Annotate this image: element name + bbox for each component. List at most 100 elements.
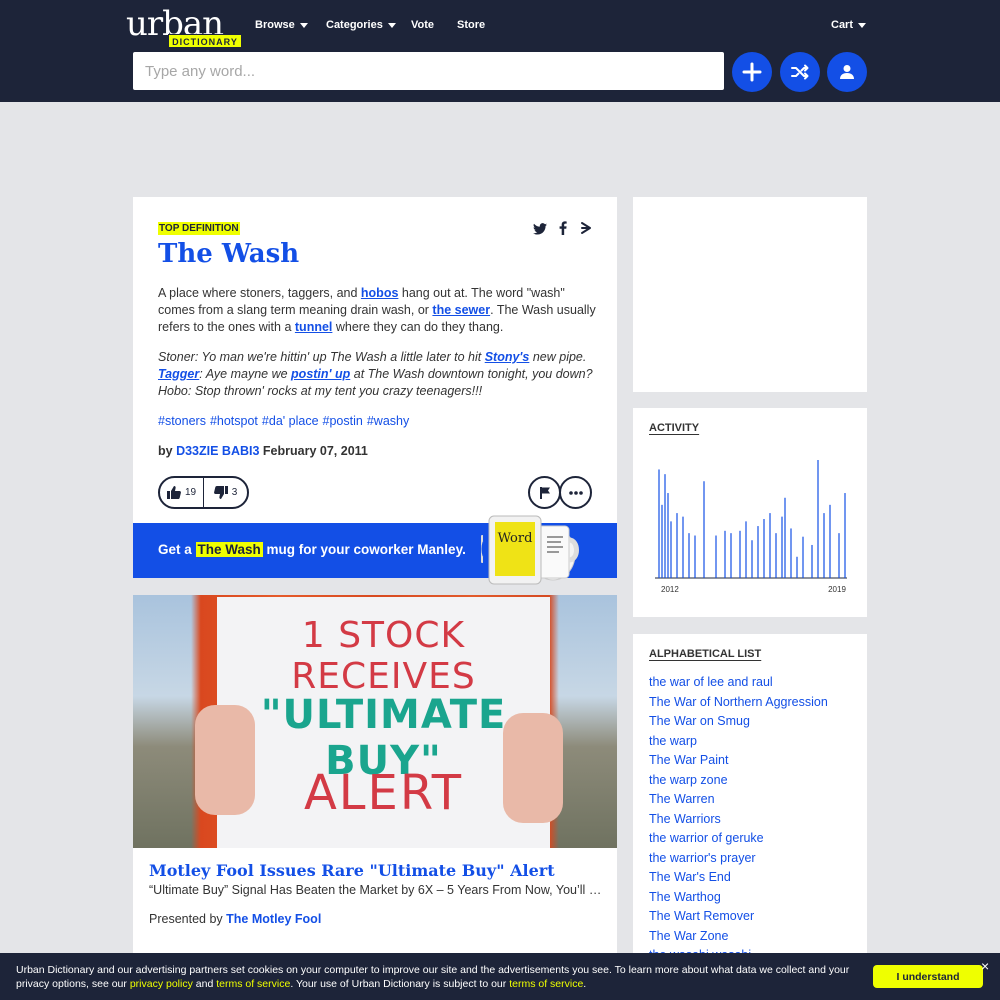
ellipsis-icon bbox=[568, 490, 583, 495]
ad-description: “Ultimate Buy” Signal Has Beaten the Mar… bbox=[149, 883, 605, 897]
example-link-stonys[interactable]: Stony's bbox=[485, 350, 530, 364]
upvote-button[interactable]: 19 bbox=[160, 478, 203, 507]
random-word-button[interactable] bbox=[780, 52, 820, 92]
example-link-tagger[interactable]: Tagger bbox=[158, 367, 199, 381]
nav-categories[interactable]: Categories bbox=[326, 18, 396, 32]
alphabetical-list-item[interactable]: The War's End bbox=[649, 869, 828, 889]
nav-cart[interactable]: Cart bbox=[831, 18, 867, 32]
alphabetical-list-item[interactable]: The Warren bbox=[649, 791, 828, 811]
example-line: Hobo: Stop thrown' rocks at my tent you … bbox=[158, 384, 483, 398]
cookie-message: Urban Dictionary and our advertising par… bbox=[16, 963, 876, 991]
example-link-postin-up[interactable]: postin' up bbox=[291, 367, 350, 381]
nav-vote[interactable]: Vote bbox=[411, 18, 434, 32]
by-label: by bbox=[158, 444, 173, 458]
ad-image[interactable]: 1 STOCK RECEIVES "ULTIMATE BUY" ALERT bbox=[133, 595, 617, 848]
sign-line-1: 1 STOCK RECEIVES bbox=[291, 615, 476, 697]
downvote-button[interactable]: 3 bbox=[204, 478, 247, 507]
flag-button[interactable] bbox=[528, 476, 561, 509]
terms-of-service-link[interactable]: terms of service bbox=[509, 978, 583, 990]
cookie-text: . bbox=[583, 978, 587, 990]
author-link[interactable]: D33ZIE BABI3 bbox=[176, 444, 259, 458]
cookie-text: . Your use of Urban Dictionary is subjec… bbox=[290, 978, 510, 990]
alphabetical-list-item[interactable]: The Wart Remover bbox=[649, 908, 828, 928]
site-logo[interactable]: urban DICTIONARY bbox=[126, 4, 244, 48]
alphabetical-list-item[interactable]: the warrior of geruke bbox=[649, 830, 828, 850]
alphabetical-list-item[interactable]: the warp bbox=[649, 733, 828, 753]
privacy-policy-link[interactable]: privacy policy bbox=[130, 978, 193, 990]
nav-store-label: Store bbox=[457, 19, 486, 31]
chevron-down-icon bbox=[858, 22, 867, 28]
alphabetical-list-card: ALPHABETICAL LIST the war of lee and rau… bbox=[633, 634, 867, 1000]
example-line: Tagger: Aye mayne we postin' up at The W… bbox=[158, 366, 598, 383]
alphabetical-list-item[interactable]: the warp zone bbox=[649, 772, 828, 792]
user-icon bbox=[840, 65, 854, 79]
ad-presented-by: Presented by The Motley Fool bbox=[149, 912, 321, 926]
alphabetical-list-item[interactable]: The War on Smug bbox=[649, 713, 828, 733]
mug-promo-suffix: mug for your coworker Manley. bbox=[262, 542, 466, 557]
tag-link[interactable]: #stoners bbox=[158, 414, 206, 428]
vote-control: 19 3 bbox=[158, 476, 249, 509]
example-text: : Aye mayne we bbox=[199, 367, 292, 381]
sidebar-ad-slot bbox=[633, 197, 867, 392]
alphabetical-list-item[interactable]: the warrior's prayer bbox=[649, 850, 828, 870]
nav-browse[interactable]: Browse bbox=[255, 18, 308, 32]
ad-image-sign: 1 STOCK RECEIVES "ULTIMATE BUY" ALERT bbox=[217, 597, 550, 848]
close-icon[interactable]: × bbox=[981, 959, 989, 973]
tag-link[interactable]: #washy bbox=[367, 414, 409, 428]
alphabetical-list-item[interactable]: the war of lee and raul bbox=[649, 674, 828, 694]
definition-date: February 07, 2011 bbox=[262, 444, 368, 458]
alphabetical-list-item[interactable]: The War Zone bbox=[649, 928, 828, 948]
mug-promo-prefix: Get a bbox=[158, 542, 196, 557]
activity-card: ACTIVITY 2012 2019 bbox=[633, 408, 867, 617]
mug-word: Word bbox=[498, 531, 533, 546]
search-input[interactable] bbox=[133, 52, 724, 90]
nav-browse-label: Browse bbox=[255, 19, 295, 31]
logo-subtitle: DICTIONARY bbox=[168, 34, 242, 48]
tag-link[interactable]: #postin bbox=[323, 414, 363, 428]
meaning-link-the-sewer[interactable]: the sewer bbox=[432, 303, 490, 317]
alphabetical-list-item[interactable]: The War Paint bbox=[649, 752, 828, 772]
alphabetical-list-item[interactable]: The Warthog bbox=[649, 889, 828, 909]
meaning-text: A place where stoners, taggers, and bbox=[158, 286, 361, 300]
terms-of-service-link[interactable]: terms of service bbox=[216, 978, 290, 990]
mug-promo-text: Get a The Wash mug for your coworker Man… bbox=[158, 542, 466, 557]
definition-word[interactable]: The Wash bbox=[158, 239, 299, 269]
example-text: Stoner: Yo man we're hittin' up The Wash… bbox=[158, 350, 485, 364]
tag-link[interactable]: #da' place bbox=[262, 414, 319, 428]
share-icon[interactable] bbox=[579, 221, 593, 240]
tag-link[interactable]: #hotspot bbox=[210, 414, 258, 428]
ad-brand-link[interactable]: The Motley Fool bbox=[226, 912, 321, 926]
activity-chart: 2012 2019 bbox=[655, 460, 847, 594]
meaning-link-tunnel[interactable]: tunnel bbox=[295, 320, 333, 334]
mug-image: Word bbox=[481, 515, 579, 585]
shuffle-icon bbox=[791, 64, 809, 80]
mug-promo-banner[interactable]: Get a The Wash mug for your coworker Man… bbox=[133, 515, 617, 585]
nav-store[interactable]: Store bbox=[457, 18, 485, 32]
facebook-icon[interactable] bbox=[559, 221, 567, 240]
meaning-link-hobos[interactable]: hobos bbox=[361, 286, 399, 300]
user-account-button[interactable] bbox=[827, 52, 867, 92]
cookie-banner: Urban Dictionary and our advertising par… bbox=[0, 953, 1000, 1000]
nav-vote-label: Vote bbox=[411, 19, 435, 31]
site-header: urban DICTIONARY Browse Categories Vote … bbox=[0, 0, 1000, 102]
alphabetical-list-item[interactable]: The War of Northern Aggression bbox=[649, 694, 828, 714]
alphabetical-list-item[interactable]: The Warriors bbox=[649, 811, 828, 831]
nav-categories-label: Categories bbox=[326, 19, 383, 31]
accept-cookies-button[interactable]: I understand bbox=[873, 965, 983, 988]
activity-heading: ACTIVITY bbox=[649, 422, 700, 434]
more-options-button[interactable] bbox=[559, 476, 592, 509]
tag-list: #stoners #hotspot #da' place #postin #washy bbox=[158, 414, 413, 428]
thumbs-down-icon bbox=[213, 486, 228, 499]
definition-card: TOP DEFINITION The Wash A place where st… bbox=[133, 197, 617, 523]
definition-example: Stoner: Yo man we're hittin' up The Wash… bbox=[158, 349, 598, 400]
sponsored-ad-card[interactable]: 1 STOCK RECEIVES "ULTIMATE BUY" ALERT Mo… bbox=[133, 595, 617, 953]
alphabetical-heading: ALPHABETICAL LIST bbox=[649, 648, 762, 660]
chevron-down-icon bbox=[299, 22, 308, 28]
top-definition-badge: TOP DEFINITION bbox=[158, 222, 240, 235]
ad-image-hand-left bbox=[195, 705, 255, 815]
alphabetical-list: the war of lee and raul The War of Northe… bbox=[649, 674, 828, 967]
twitter-icon[interactable] bbox=[533, 222, 547, 240]
flag-icon bbox=[539, 486, 550, 499]
add-definition-button[interactable] bbox=[732, 52, 772, 92]
ad-title[interactable]: Motley Fool Issues Rare "Ultimate Buy" A… bbox=[149, 861, 555, 880]
